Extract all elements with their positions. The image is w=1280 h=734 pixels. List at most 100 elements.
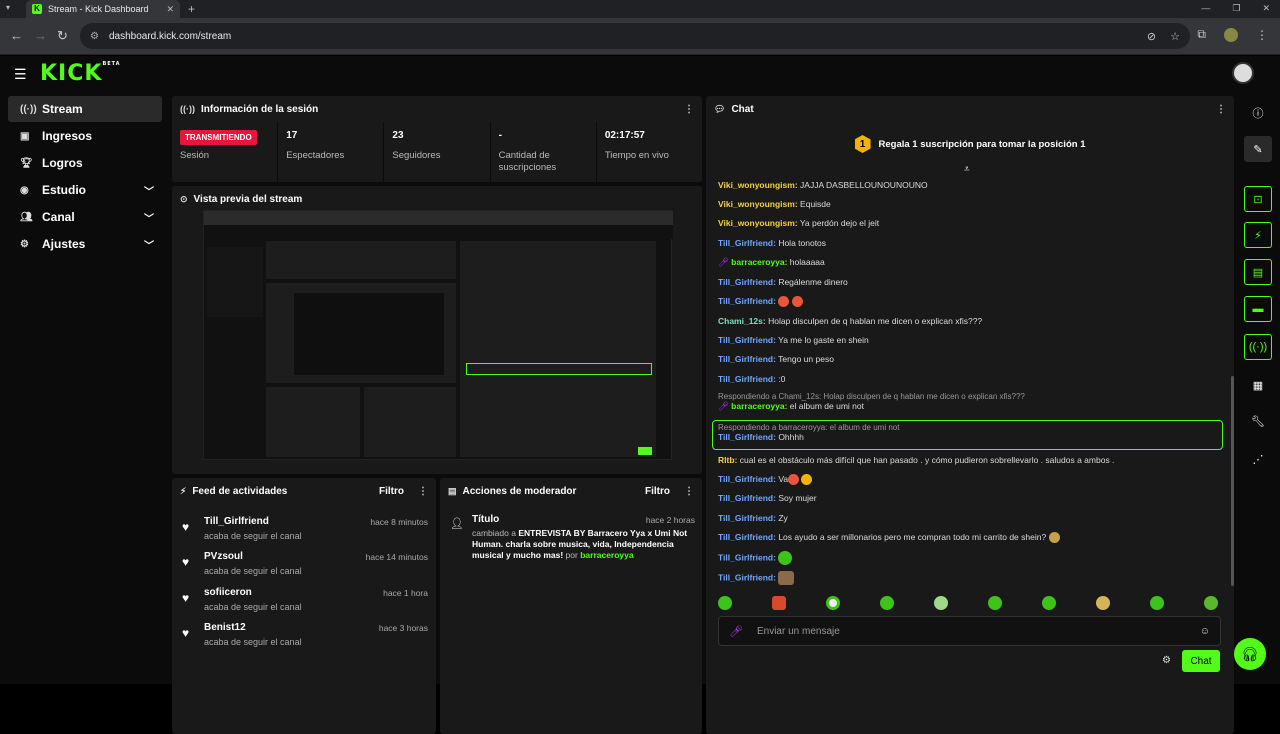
emote-icon[interactable] [1042, 596, 1056, 610]
kick-dashboard: ☰ KICKBETA ((·)) Stream ▣ Ingresos 🏆︎ Lo… [0, 56, 1280, 734]
share-icon[interactable]: ⋰ [1244, 446, 1272, 472]
emote-icon[interactable] [826, 596, 840, 610]
preview-feed [266, 387, 360, 457]
help-headset-button[interactable]: 🎧︎ [1234, 638, 1266, 670]
bookmark-star-icon[interactable]: ☆ [1170, 30, 1180, 43]
feed-username[interactable]: Till_Girlfriend [204, 516, 269, 527]
back-icon[interactable]: ← [10, 28, 23, 43]
window-close-icon[interactable]: ✕ [1262, 3, 1270, 14]
filter-button[interactable]: Filtro [645, 486, 670, 497]
maximize-icon[interactable]: ❐ [1232, 3, 1240, 14]
kebab-menu-icon[interactable]: ⋮ [684, 104, 694, 115]
sidebar-item-canal[interactable]: 👥︎ Canal ﹀ [8, 204, 162, 230]
emote-icon[interactable] [1096, 596, 1110, 610]
info-icon[interactable]: ⓘ [1244, 100, 1272, 126]
chat-username[interactable]: Viki_wonyoungism: [718, 180, 798, 190]
trophy-icon: 🏆︎ [20, 157, 33, 169]
filter-button[interactable]: Filtro [379, 486, 404, 497]
chat-bubble-icon[interactable]: ▬ [1244, 296, 1272, 322]
chat-username[interactable]: Till_Girlfriend: [718, 552, 776, 562]
pinned-gift-banner[interactable]: 1 Regala 1 suscripción para tomar la pos… [706, 122, 1234, 166]
chat-username[interactable]: Till_Girlfriend: [718, 374, 776, 384]
heart-icon: ♥ [182, 520, 190, 534]
chat-settings-gear-icon[interactable]: ⚙ [1162, 655, 1171, 666]
emote-icon[interactable] [1204, 596, 1218, 610]
minimize-icon[interactable]: — [1201, 3, 1210, 14]
sidebar-item-ajustes[interactable]: ⚙ Ajustes ﹀ [8, 231, 162, 257]
sidebar-item-ingresos[interactable]: ▣ Ingresos [8, 123, 162, 149]
reload-icon[interactable]: ↻ [57, 28, 68, 44]
emote-icon[interactable] [1150, 596, 1164, 610]
extensions-icon[interactable]: ⧉ [1197, 27, 1206, 42]
chat-username[interactable]: Viki_wonyoungism: [718, 199, 798, 209]
chat-scrollbar[interactable] [1231, 376, 1234, 586]
mod-action-user[interactable]: barraceroyya [580, 550, 633, 560]
chat-username[interactable]: Rltb: [718, 455, 737, 465]
feed-username[interactable]: sofiiceron [204, 587, 252, 598]
lightning-icon[interactable]: ⚡︎ [1244, 222, 1272, 248]
sidebar-item-stream[interactable]: ((·)) Stream [8, 96, 162, 122]
emote-icon[interactable] [718, 596, 732, 610]
cat-emote-icon [778, 571, 795, 585]
chat-username[interactable]: Viki_wonyoungism: [718, 218, 798, 228]
browser-tab[interactable]: K Stream - Kick Dashboard ✕ [26, 0, 180, 18]
eye-off-icon[interactable]: ⊘ [1147, 30, 1156, 43]
chat-send-button[interactable]: Chat [1182, 650, 1220, 672]
emoji-picker-icon[interactable]: ☺ [1200, 626, 1210, 637]
forward-icon[interactable]: → [34, 28, 47, 43]
emote-icon[interactable] [988, 596, 1002, 610]
kick-emote-icon [778, 551, 793, 565]
layers-icon[interactable]: ▦ [1244, 372, 1272, 398]
feed-username[interactable]: PVzsoul [204, 551, 243, 562]
kebab-menu-icon[interactable]: ⋮ [1216, 104, 1226, 115]
emote-icon[interactable] [772, 596, 786, 610]
kebab-menu-icon[interactable]: ⋮ [418, 486, 428, 497]
chat-username[interactable]: Till_Girlfriend: [718, 474, 776, 484]
chat-username[interactable]: Till_Girlfriend: [718, 335, 776, 345]
chat-username[interactable]: Till_Girlfriend: [718, 238, 776, 248]
chat-username[interactable]: Till_Girlfriend: [718, 277, 776, 287]
chat-username[interactable]: Till_Girlfriend: [718, 513, 776, 523]
kick-logo[interactable]: KICKBETA [40, 61, 121, 86]
pencil-icon[interactable]: ✎ [1244, 136, 1272, 162]
target-icon[interactable]: ⊡ [1244, 186, 1272, 212]
chat-username[interactable]: barraceroyya: [731, 257, 787, 267]
chat-message-input[interactable]: 🎤︎ Enviar un mensaje ☺ [718, 616, 1221, 646]
stream-preview-video[interactable] [203, 210, 673, 460]
feed-item: ♥ PVzsoul acaba de seguir el canal hace … [182, 551, 428, 583]
chat-username[interactable]: Chami_12s: [718, 316, 766, 326]
broadcast-icon[interactable]: ((·)) [1244, 334, 1272, 360]
stat-followers: 23 Seguidores [384, 122, 491, 182]
emote-icon[interactable] [880, 596, 894, 610]
chat-username[interactable]: Till_Girlfriend: [718, 296, 776, 306]
chat-username[interactable]: Till_Girlfriend: [718, 572, 776, 582]
browser-menu-icon[interactable]: ⋮ [1256, 28, 1268, 42]
rank-badge: 1 [854, 135, 871, 153]
chat-username[interactable]: barraceroyya: [731, 401, 787, 411]
kebab-menu-icon[interactable]: ⋮ [684, 486, 694, 497]
preview-header [204, 225, 673, 239]
document-icon[interactable]: ▤ [1244, 259, 1272, 285]
stat-label: Tiempo en vivo [604, 150, 669, 161]
new-tab-button[interactable]: + [188, 2, 195, 16]
feed-username[interactable]: Benist12 [204, 622, 246, 633]
tab-close-icon[interactable]: ✕ [166, 4, 174, 15]
profile-avatar[interactable] [1224, 27, 1238, 42]
sidebar-item-estudio[interactable]: ◉ Estudio ﹀ [8, 177, 162, 203]
chat-username[interactable]: Till_Girlfriend: [718, 354, 776, 364]
wrench-icon[interactable]: 🔧︎ [1244, 408, 1272, 434]
emote-icon[interactable] [934, 596, 948, 610]
collapse-arrow-icon[interactable]: ⩡ [964, 164, 970, 175]
tab-list-chevron-icon[interactable]: ▾ [6, 3, 10, 12]
user-avatar[interactable] [1232, 62, 1254, 84]
sidebar-item-logros[interactable]: 🏆︎ Logros [8, 150, 162, 176]
url-bar[interactable]: ⚙ dashboard.kick.com/stream ⊘ ☆ [80, 23, 1190, 49]
chat-username[interactable]: Till_Girlfriend: [718, 493, 776, 503]
chat-text: Los ayudo a ser millonarios pero me comp… [778, 532, 1047, 542]
mic-badge-icon: 🎤︎ [718, 257, 729, 267]
stat-value: 02:17:57 [604, 130, 645, 141]
chat-text: cual es el obstáculo más difícil que han… [739, 455, 1115, 465]
hamburger-menu-icon[interactable]: ☰ [14, 66, 27, 83]
site-info-icon[interactable]: ⚙ [90, 31, 99, 42]
chat-username[interactable]: Till_Girlfriend: [718, 532, 776, 542]
